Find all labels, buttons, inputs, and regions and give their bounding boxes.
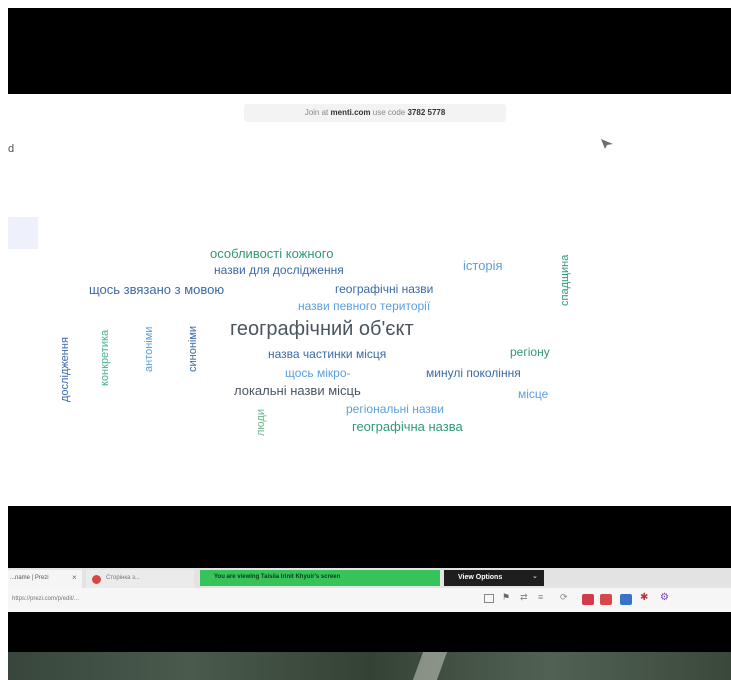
join-code: 3782 5778 [407,108,446,117]
extension-icon[interactable]: ✱ [640,593,648,603]
video-letterbox [8,612,731,652]
browser-tab[interactable]: Сторінка з... [86,570,194,588]
word-cloud-word: історія [463,258,503,273]
side-panel-tab [8,217,38,249]
view-options-button[interactable]: View Options ⌄ [444,570,544,586]
browser-address-bar: https://prezi.com/p/edit/... ⚑ ⇄ ≡ ⟳ ✱ ⚙ [8,588,731,612]
extension-red-icon[interactable] [582,594,594,605]
chevron-down-icon: ⌄ [532,573,538,580]
view-options-label: View Options [458,574,503,581]
word-cloud-word-vertical: спадщина [559,254,571,306]
extension-blue-icon[interactable] [620,594,632,605]
translate-icon[interactable]: ⇄ [520,593,528,602]
reader-icon[interactable]: ≡ [538,593,543,602]
screen-sharing-text: You are viewing Taisiia Irinit Khyuir's … [214,574,341,580]
word-cloud-word: щось мікро- [285,366,351,380]
join-prefix: Join at [304,108,329,117]
cut-off-letter: d [8,143,15,155]
screen-sharing-notice: You are viewing Taisiia Irinit Khyuir's … [200,570,440,586]
address-url[interactable]: https://prezi.com/p/edit/... [12,596,79,602]
browser-tab[interactable]: ...name | Prezi × [8,570,82,588]
map-road [412,652,448,680]
word-cloud-word-vertical: антоніми [143,326,155,372]
join-site: menti.com [330,108,371,117]
word-cloud-word: щось звязано з мовою [89,282,225,297]
extension-red-icon[interactable] [600,594,612,605]
browser-tab-title: Сторінка з... [106,575,140,581]
join-use-code: use code [372,108,406,117]
mentimeter-slide: Join at menti.com use code 3782 5778 d о… [8,94,731,506]
bookmark-icon[interactable]: ⚑ [502,593,510,602]
word-cloud-word: назви певного території [298,299,431,313]
screen-icon[interactable] [484,594,494,603]
word-cloud-word: назва частинки місця [268,347,387,361]
word-cloud-word: назви для дослідження [214,263,344,277]
word-cloud-word: регіональні назви [346,402,444,416]
word-cloud-word: географічні назви [335,282,434,296]
word-cloud-word: минулі покоління [426,366,521,380]
join-instructions: Join at menti.com use code 3782 5778 [244,104,506,122]
browser-window: ...name | Prezi × Сторінка з... You are … [8,568,731,612]
word-cloud-word: географічна назва [352,419,463,434]
word-cloud-word: особливості кожного [210,246,334,261]
word-cloud-word: локальні назви місць [234,383,361,398]
word-cloud-word-vertical: конкретика [99,329,111,386]
word-cloud-word-vertical: дослідження [59,337,71,402]
word-cloud-word: регіону [510,345,550,359]
word-cloud-word-vertical: синоніми [187,325,199,372]
video-letterbox-top [8,8,731,94]
satellite-map-image [8,652,731,680]
tab-favicon-icon [92,575,101,584]
sync-icon[interactable]: ⟳ [560,593,568,602]
cursor-pointer-icon [601,139,613,149]
close-tab-icon[interactable]: × [72,574,77,582]
word-cloud-word: місце [518,387,549,401]
video-letterbox-bottom [8,506,731,568]
browser-tab-strip: ...name | Prezi × Сторінка з... You are … [8,568,731,588]
browser-tab-title: ...name | Prezi [10,575,49,581]
word-cloud-word-vertical: люди [255,409,267,436]
settings-icon[interactable]: ⚙ [660,593,669,603]
word-cloud-word: географічний об'єкт [230,318,414,340]
